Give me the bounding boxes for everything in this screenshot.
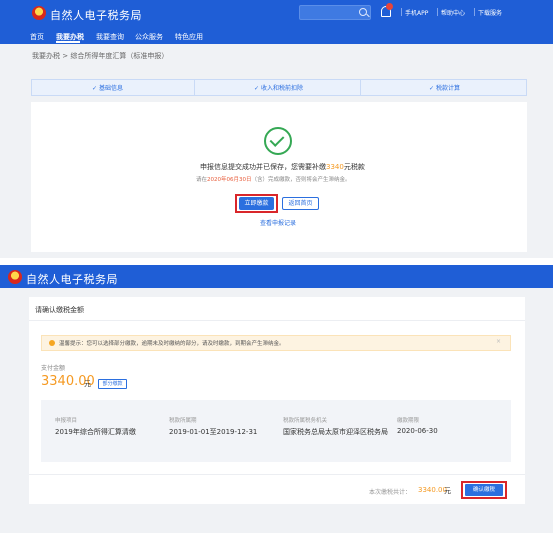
confirm-payment-button[interactable]: 确认缴税 xyxy=(465,484,503,496)
total-unit: 元 xyxy=(444,487,451,495)
step-tax-calculation: ✓ 税款计算 xyxy=(429,85,460,92)
field-value: 2019-01-01至2019-12-31 xyxy=(169,428,258,436)
divider xyxy=(29,474,525,475)
progress-steps: ✓ 基础信息 ✓ 收入和税前扣除 ✓ 税款计算 xyxy=(31,79,527,96)
field-label: 税款所属税务机关 xyxy=(283,418,328,424)
mobile-app-link[interactable]: 手机APP xyxy=(405,8,428,17)
total-value: 3340.00 xyxy=(418,486,447,494)
pay-amount-label: 支付金额 xyxy=(41,365,66,372)
field-value: 2019年综合所得汇算清缴 xyxy=(55,428,136,436)
breadcrumb[interactable]: 我要办税 > 综合所得年度汇算（标准申报） xyxy=(32,51,168,61)
pay-now-button[interactable]: 立即缴款 xyxy=(239,197,274,210)
close-icon[interactable]: × xyxy=(496,338,501,345)
nav-home[interactable]: 首页 xyxy=(30,32,44,42)
nav-active-indicator xyxy=(56,41,80,43)
pay-amount-unit: 元 xyxy=(84,380,91,388)
brand-title: 自然人电子税务局 xyxy=(50,9,142,22)
total-label: 本次缴税共计： xyxy=(369,489,412,496)
result-message: 申报信息提交成功并已保存，您需要补缴3340元税款 xyxy=(200,163,365,171)
back-home-button[interactable]: 返回首页 xyxy=(282,197,319,210)
confirm-title: 请确认缴税金额 xyxy=(35,306,84,314)
search-icon[interactable] xyxy=(359,8,367,16)
field-value: 国家税务总局太原市迎泽区税务局 xyxy=(283,428,388,436)
partial-payment-button[interactable]: 部分缴款 xyxy=(98,379,127,389)
notification-badge xyxy=(386,3,393,10)
brand-title-2: 自然人电子税务局 xyxy=(26,273,118,286)
warning-icon xyxy=(49,340,55,346)
search-input[interactable] xyxy=(299,5,371,20)
success-check-icon xyxy=(264,127,292,155)
field-label: 税款所属期 xyxy=(169,418,197,424)
field-value: 2020-06-30 xyxy=(397,427,438,435)
view-record-link[interactable]: 查看申报记录 xyxy=(260,218,296,227)
tax-emblem-icon xyxy=(32,6,46,20)
step-income-deduction: ✓ 收入和税前扣除 xyxy=(254,85,303,92)
deadline-hint: 请在2020年06月30日（含）完成缴款，否则将会产生滞纳金。 xyxy=(196,177,351,183)
field-label: 申报项目 xyxy=(55,418,78,424)
nav-query[interactable]: 我要查询 xyxy=(96,32,124,42)
download-link[interactable]: 下载服务 xyxy=(478,8,502,17)
tax-due-amount: 3340 xyxy=(326,163,344,171)
help-center-link[interactable]: 帮助中心 xyxy=(441,8,465,17)
nav-featured-apps[interactable]: 特色应用 xyxy=(175,32,203,42)
nav-public-service[interactable]: 公众服务 xyxy=(135,32,163,42)
step-basic-info: ✓ 基础信息 xyxy=(92,85,123,92)
divider xyxy=(29,320,525,321)
notice-text: 温馨提示：您可以选择部分缴款，逾期未及时缴纳的部分，请及时缴款，到期会产生滞纳金… xyxy=(59,341,285,347)
tax-emblem-icon xyxy=(8,270,22,284)
field-label: 缴款期限 xyxy=(397,418,420,424)
